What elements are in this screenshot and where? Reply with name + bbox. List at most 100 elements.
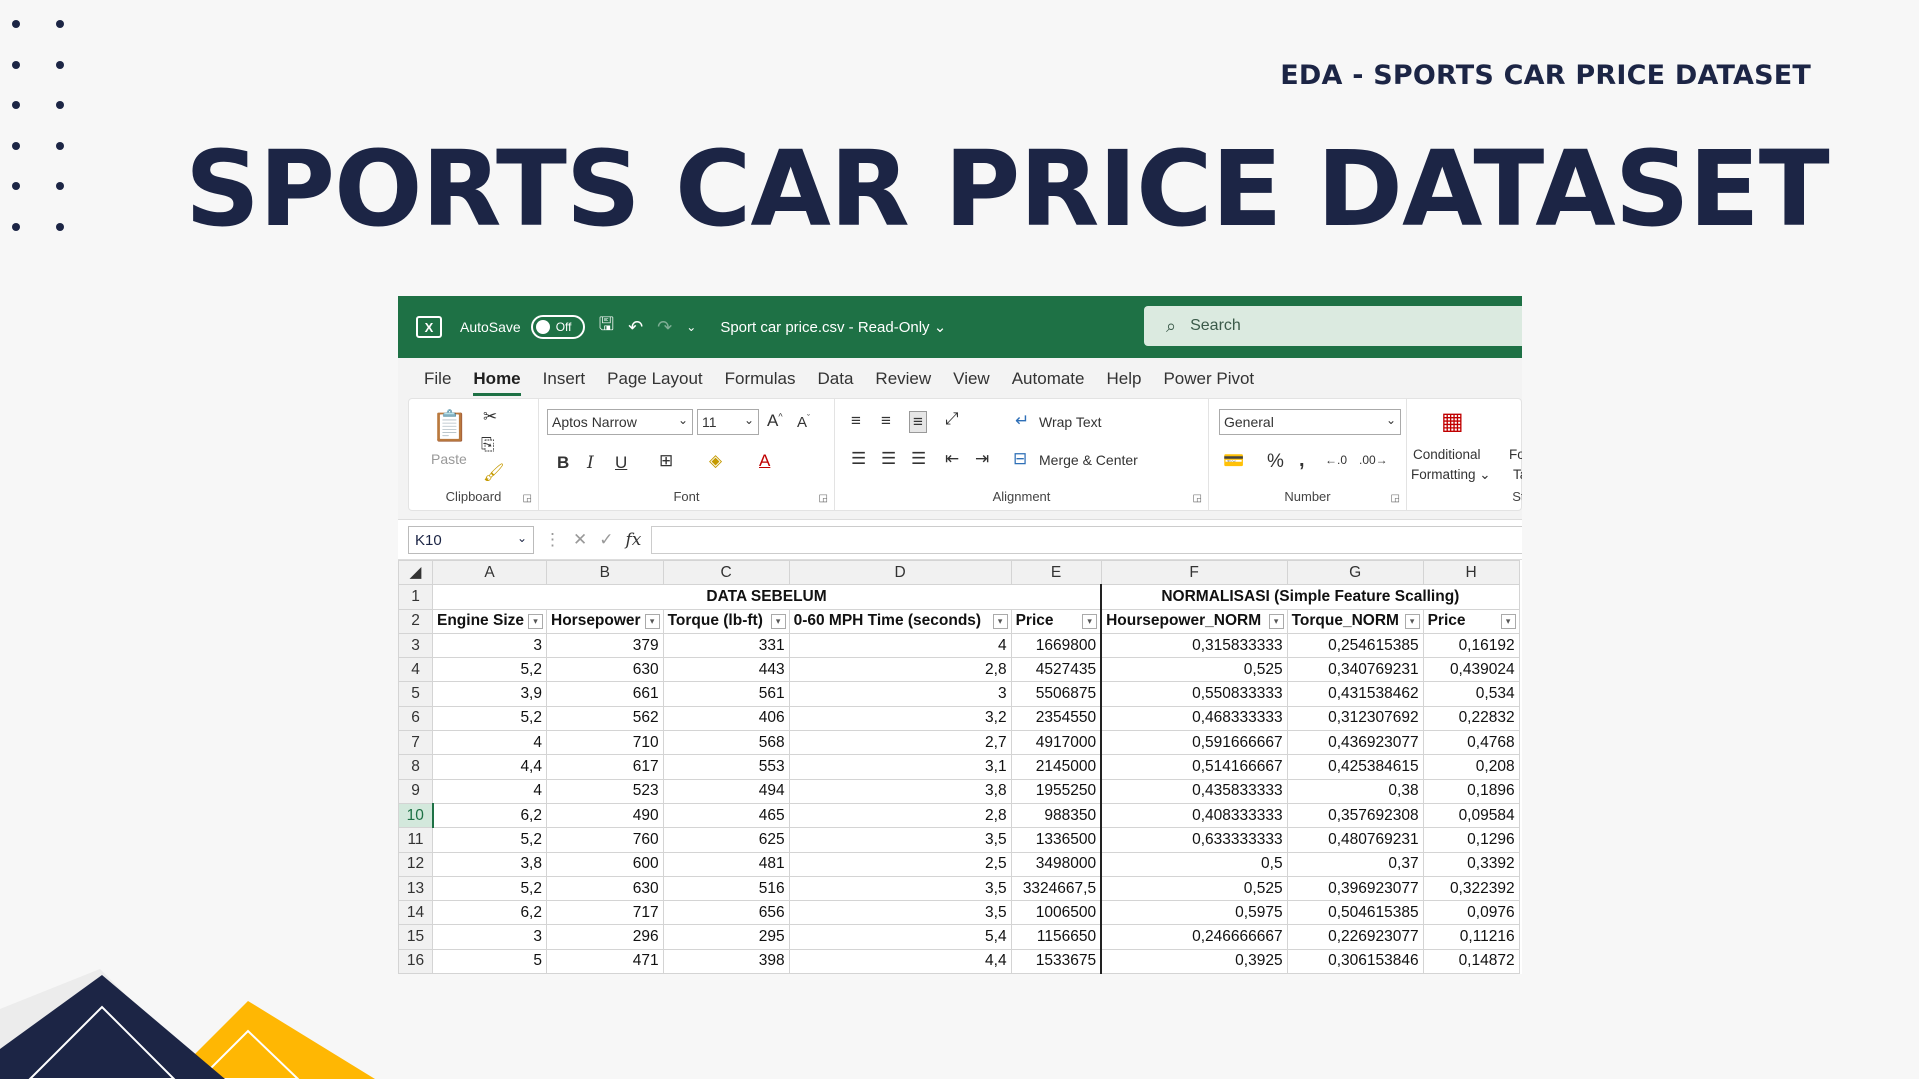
table-cell[interactable]: 1156650 <box>1010 924 1102 950</box>
table-cell[interactable]: 5,2 <box>432 657 547 683</box>
table-cell[interactable]: 295 <box>662 924 790 950</box>
tab-power-pivot[interactable]: Power Pivot <box>1163 369 1254 398</box>
table-cell[interactable]: 0,525 <box>1100 875 1288 902</box>
decrease-decimal-icon[interactable]: .00→ <box>1359 453 1388 467</box>
format-painter-icon[interactable]: 🖌 <box>483 463 505 483</box>
row-header[interactable]: 14 <box>398 900 433 926</box>
decrease-indent-icon[interactable]: ⇤ <box>945 449 959 469</box>
table-cell[interactable]: 4,4 <box>788 948 1012 974</box>
table-cell[interactable]: 0,0976 <box>1422 900 1520 926</box>
field-header[interactable]: Hoursepower_NORM ▾ <box>1100 608 1288 634</box>
table-cell[interactable]: 0,208 <box>1422 754 1520 780</box>
table-cell[interactable]: 6,2 <box>432 900 547 926</box>
filter-dropdown-icon[interactable]: ▾ <box>1500 613 1516 629</box>
table-cell[interactable]: 3,2 <box>788 705 1012 732</box>
table-cell[interactable]: 398 <box>662 948 790 974</box>
table-cell[interactable]: 1955250 <box>1010 778 1102 804</box>
table-cell[interactable]: 0,340769231 <box>1286 657 1424 683</box>
table-cell[interactable]: 2,8 <box>788 657 1012 683</box>
table-cell[interactable]: 0,468333333 <box>1100 705 1288 732</box>
table-cell[interactable]: 0,633333333 <box>1100 827 1288 853</box>
row-header[interactable]: 3 <box>398 632 433 659</box>
row-header[interactable]: 5 <box>398 681 433 707</box>
column-header-b[interactable]: B <box>546 559 664 586</box>
orientation-icon[interactable]: ⤢ <box>945 409 959 429</box>
table-cell[interactable]: 1006500 <box>1010 900 1102 926</box>
row-header[interactable]: 10 <box>398 802 434 829</box>
table-cell[interactable]: 3 <box>788 681 1012 707</box>
format-as-table-label-2[interactable]: Ta <box>1513 467 1522 482</box>
percent-style-icon[interactable]: % <box>1267 451 1284 473</box>
table-cell[interactable]: 717 <box>546 900 664 926</box>
table-cell[interactable]: 3,8 <box>788 778 1012 804</box>
field-header[interactable]: Horsepower ▾ <box>546 608 664 634</box>
group-header-normalized[interactable]: NORMALISASI (Simple Feature Scalling) <box>1100 584 1520 610</box>
increase-decimal-icon[interactable]: ←.0 <box>1325 453 1347 467</box>
table-cell[interactable]: 4527435 <box>1010 657 1102 683</box>
format-as-table-label-1[interactable]: Fo <box>1509 447 1522 462</box>
number-dialog-launcher-icon[interactable]: ◲ <box>1391 493 1400 504</box>
field-header[interactable]: Torque (lb-ft) ▾ <box>662 608 790 634</box>
row-header[interactable]: 11 <box>398 827 433 853</box>
table-cell[interactable]: 630 <box>546 875 664 902</box>
save-icon[interactable]: 🖫 <box>599 312 614 342</box>
table-cell[interactable]: 3,9 <box>432 681 547 707</box>
field-header[interactable]: Price ▾ <box>1010 608 1102 634</box>
table-cell[interactable]: 3,5 <box>788 827 1012 853</box>
table-cell[interactable]: 0,525 <box>1100 657 1288 683</box>
table-cell[interactable]: 443 <box>662 657 790 683</box>
table-cell[interactable]: 465 <box>662 802 790 829</box>
align-right-icon[interactable]: ☰ <box>911 449 926 469</box>
table-cell[interactable]: 630 <box>546 657 664 683</box>
table-cell[interactable]: 0,306153846 <box>1286 948 1424 974</box>
table-cell[interactable]: 1669800 <box>1010 632 1102 659</box>
tab-formulas[interactable]: Formulas <box>725 369 796 398</box>
table-cell[interactable]: 4 <box>788 632 1012 659</box>
table-cell[interactable]: 0,591666667 <box>1100 730 1288 756</box>
row-header[interactable]: 1 <box>398 584 433 610</box>
row-header[interactable]: 13 <box>398 875 433 902</box>
tab-automate[interactable]: Automate <box>1012 369 1085 398</box>
table-cell[interactable]: 0,22832 <box>1422 705 1520 732</box>
table-cell[interactable]: 0,439024 <box>1422 657 1520 683</box>
more-icon[interactable]: ⋮ <box>544 530 561 550</box>
table-cell[interactable]: 0,09584 <box>1422 802 1520 829</box>
table-cell[interactable]: 5,2 <box>432 827 547 853</box>
table-cell[interactable]: 494 <box>662 778 790 804</box>
search-box[interactable]: ⌕ Search <box>1144 306 1522 346</box>
filter-dropdown-icon[interactable]: ▾ <box>644 613 660 629</box>
italic-button[interactable]: I <box>587 453 594 473</box>
table-cell[interactable]: 0,3392 <box>1422 851 1520 877</box>
table-cell[interactable]: 2,7 <box>788 730 1012 756</box>
field-header[interactable]: Price ▾ <box>1422 608 1520 634</box>
table-cell[interactable]: 0,246666667 <box>1100 924 1288 950</box>
column-header-c[interactable]: C <box>662 559 790 586</box>
table-cell[interactable]: 0,480769231 <box>1286 827 1424 853</box>
table-cell[interactable]: 0,550833333 <box>1100 681 1288 707</box>
table-cell[interactable]: 600 <box>546 851 664 877</box>
table-cell[interactable]: 3324667,5 <box>1010 875 1102 902</box>
table-cell[interactable]: 5,4 <box>788 924 1012 950</box>
fill-color-icon[interactable]: ◈ <box>709 451 722 471</box>
row-header[interactable]: 15 <box>398 924 433 950</box>
decrease-font-icon[interactable]: Aˇ <box>797 413 810 431</box>
table-cell[interactable]: 0,436923077 <box>1286 730 1424 756</box>
table-cell[interactable]: 3 <box>432 924 547 950</box>
table-cell[interactable]: 656 <box>662 900 790 926</box>
table-cell[interactable]: 0,4768 <box>1422 730 1520 756</box>
table-cell[interactable]: 0,37 <box>1286 851 1424 877</box>
table-cell[interactable]: 3,1 <box>788 754 1012 780</box>
redo-icon[interactable]: ↷ <box>657 317 672 338</box>
table-cell[interactable]: 625 <box>662 827 790 853</box>
font-color-icon[interactable]: A <box>759 451 770 471</box>
table-cell[interactable]: 0,357692308 <box>1286 802 1424 829</box>
table-cell[interactable]: 0,514166667 <box>1100 754 1288 780</box>
table-cell[interactable]: 710 <box>546 730 664 756</box>
alignment-dialog-launcher-icon[interactable]: ◲ <box>1193 493 1202 504</box>
align-left-icon[interactable]: ☰ <box>851 449 866 469</box>
table-cell[interactable]: 0,431538462 <box>1286 681 1424 707</box>
tab-insert[interactable]: Insert <box>543 369 586 398</box>
table-cell[interactable]: 0,5975 <box>1100 900 1288 926</box>
table-cell[interactable]: 6,2 <box>432 802 547 829</box>
row-header[interactable]: 4 <box>398 657 433 683</box>
